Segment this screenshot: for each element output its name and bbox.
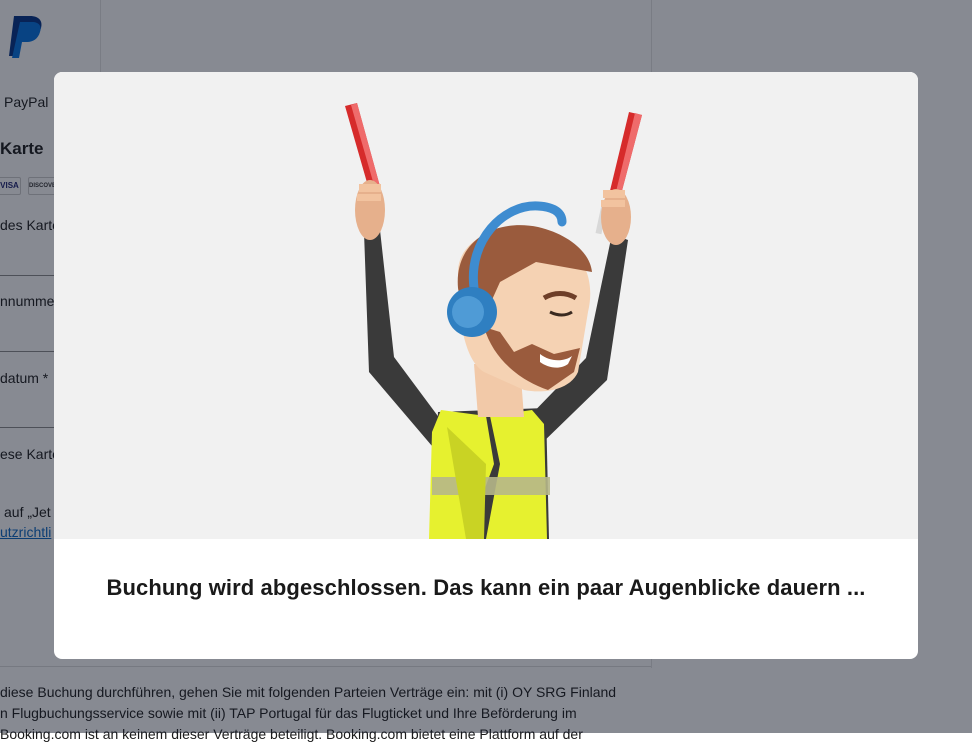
booking-progress-modal: Buchung wird abgeschlossen. Das kann ein… [54,72,918,659]
progress-message: Buchung wird abgeschlossen. Das kann ein… [106,575,866,600]
airport-marshaller-icon [345,103,642,539]
marshaller-illustration [54,72,918,539]
